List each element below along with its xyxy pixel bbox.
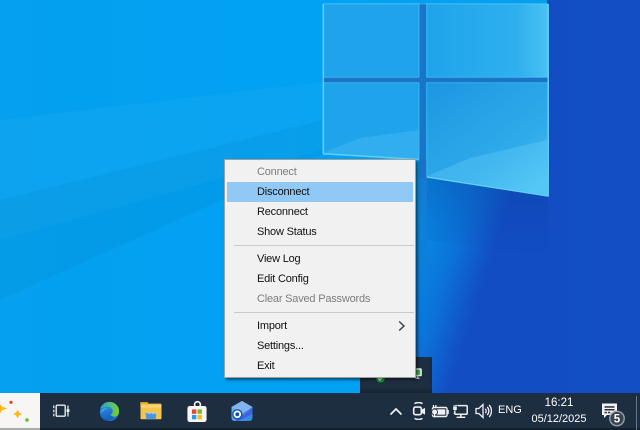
svg-text:5: 5 — [614, 414, 621, 426]
